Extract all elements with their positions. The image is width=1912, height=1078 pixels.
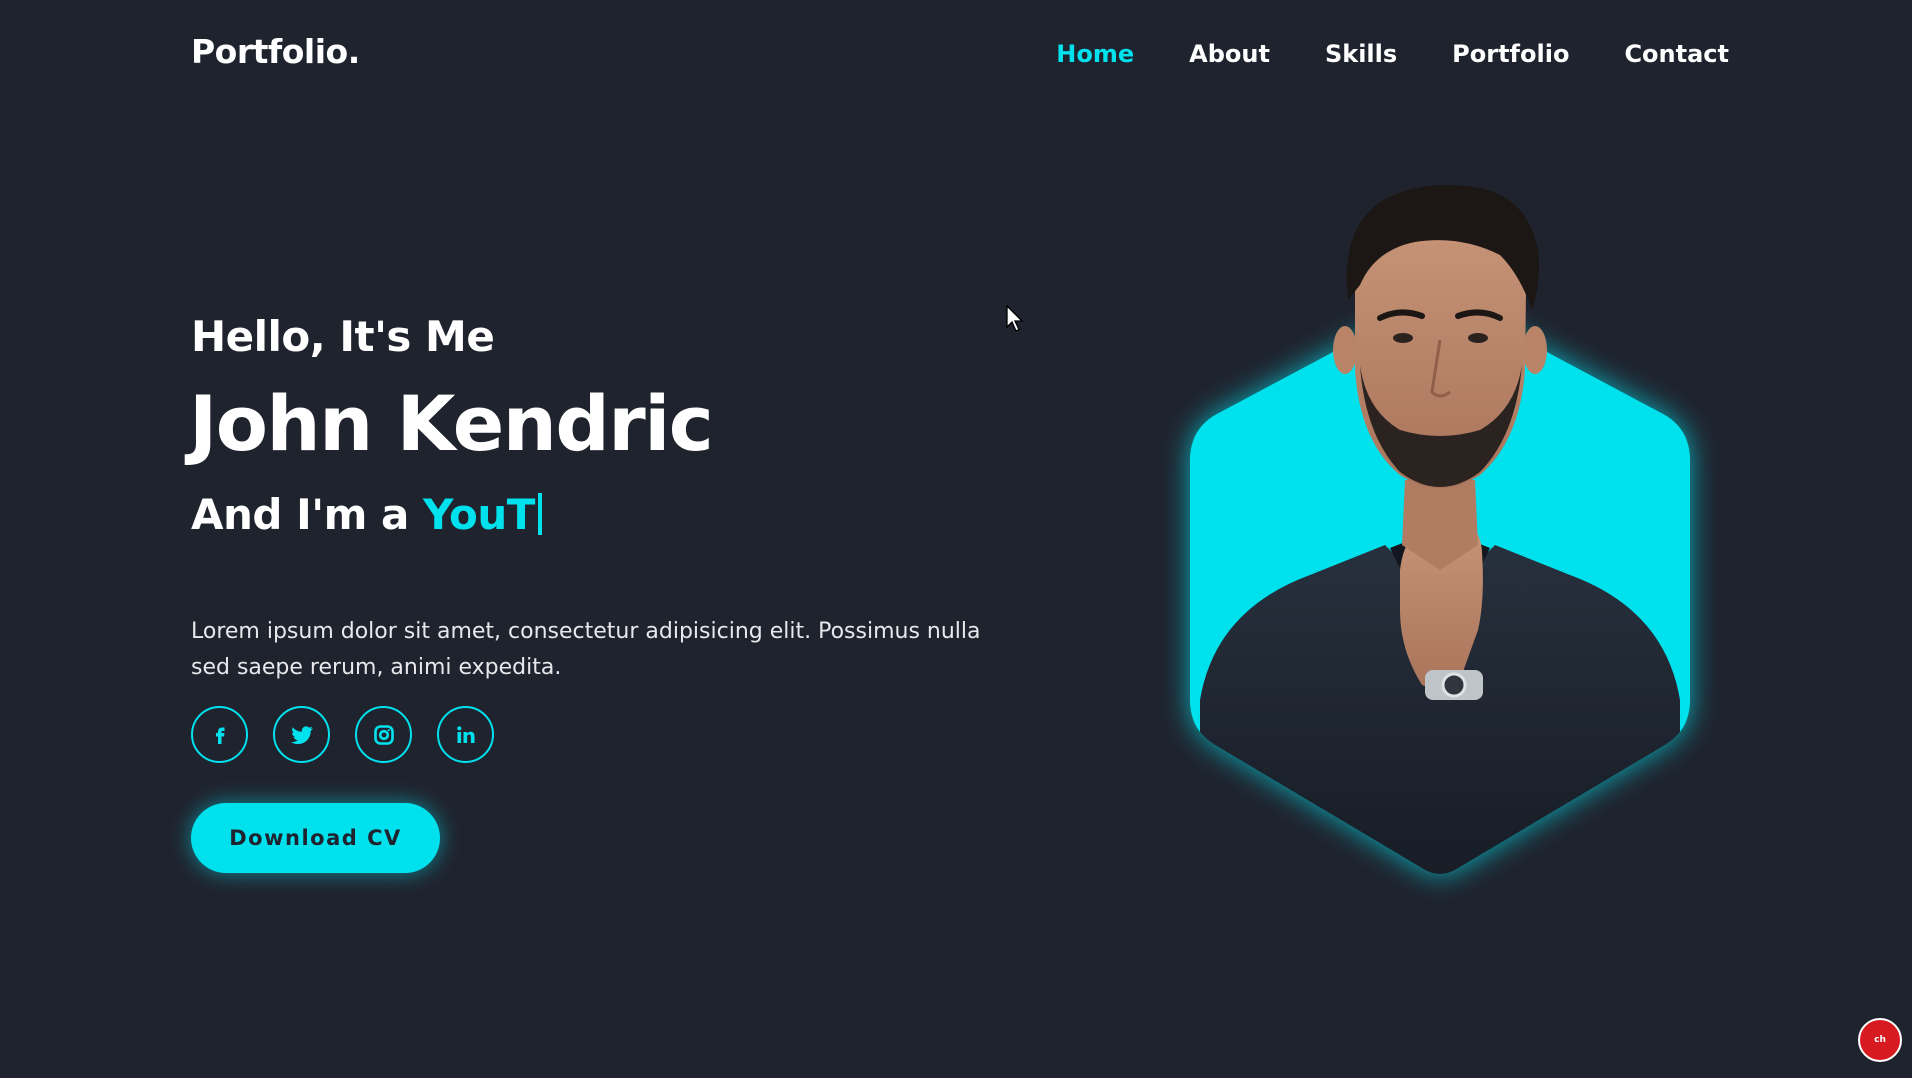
hero-role-prefix: And I'm a — [191, 490, 423, 539]
typing-caret — [537, 493, 542, 535]
nav-link-about[interactable]: About — [1189, 40, 1270, 68]
hero-description: Lorem ipsum dolor sit amet, consectetur … — [191, 619, 981, 680]
twitter-icon — [290, 725, 313, 744]
facebook-icon — [215, 727, 224, 744]
site-logo[interactable]: Portfolio. — [191, 32, 360, 71]
instagram-link[interactable] — [355, 706, 412, 763]
social-links — [191, 706, 494, 763]
subscribe-badge-text: ch — [1874, 1034, 1886, 1045]
nav-link-skills[interactable]: Skills — [1325, 40, 1397, 68]
mouse-cursor-icon — [1006, 305, 1024, 332]
hero-role: And I'm a YouT — [191, 490, 542, 539]
main-nav: Home About Skills Portfolio Contact — [1056, 40, 1729, 68]
linkedin-icon — [456, 725, 474, 743]
download-cv-button[interactable]: Download CV — [191, 803, 440, 873]
nav-link-portfolio[interactable]: Portfolio — [1452, 40, 1569, 68]
portfolio-page: Portfolio. Home About Skills Portfolio C… — [0, 0, 1912, 1078]
facebook-link[interactable] — [191, 706, 248, 763]
hero-greeting: Hello, It's Me — [191, 312, 495, 361]
subscribe-badge[interactable]: ch — [1858, 1018, 1902, 1062]
hero-name: John Kendric — [189, 379, 714, 468]
twitter-link[interactable] — [273, 706, 330, 763]
instagram-icon — [373, 724, 394, 745]
nav-link-contact[interactable]: Contact — [1624, 40, 1729, 68]
hero-role-typed: YouT — [422, 490, 535, 539]
profile-photo — [1190, 185, 1690, 874]
nav-link-home[interactable]: Home — [1056, 40, 1134, 68]
linkedin-link[interactable] — [437, 706, 494, 763]
